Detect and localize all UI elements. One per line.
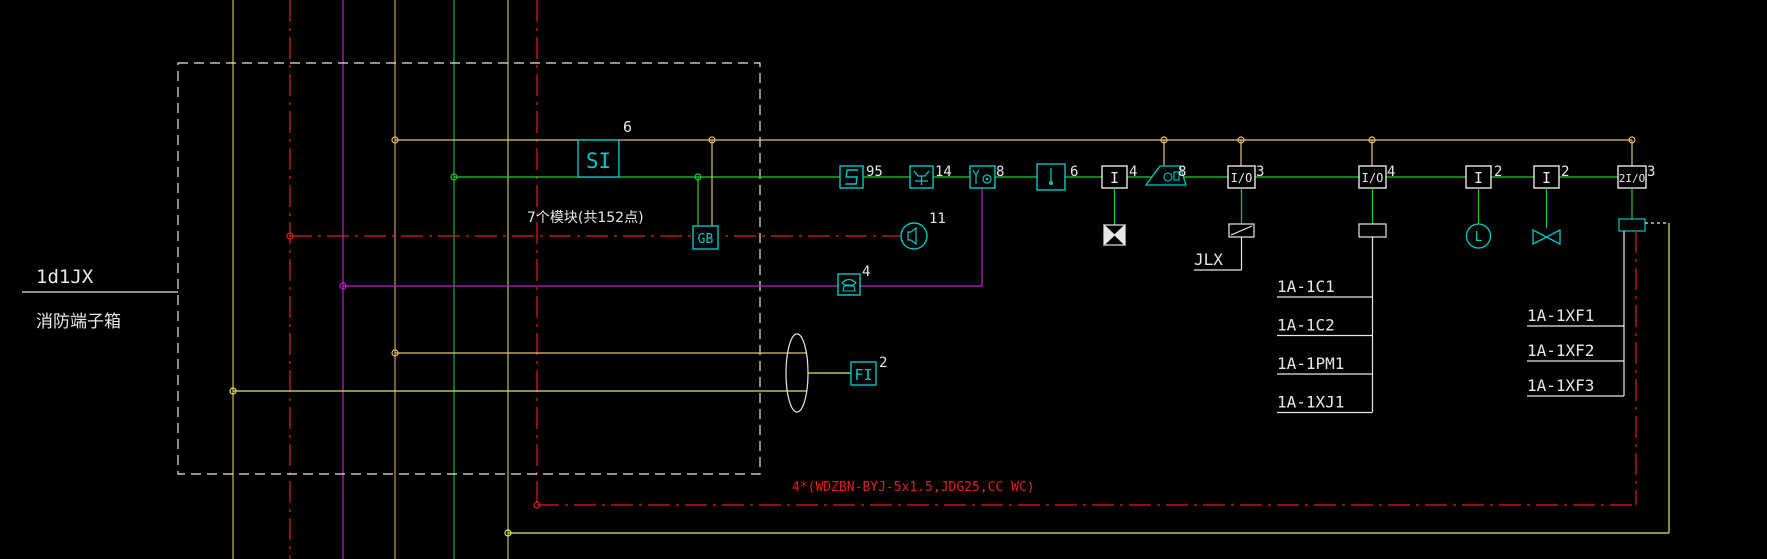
telephone-count: 4 — [862, 264, 870, 280]
smoke-detector-count: 95 — [866, 164, 883, 180]
hydrant-count: 6 — [1070, 164, 1078, 180]
io2-count: 3 — [1647, 164, 1655, 180]
input-module-label: I — [1110, 169, 1119, 187]
gb-device[interactable]: GB — [692, 225, 719, 250]
input-level-count: 2 — [1494, 164, 1502, 180]
io2-label: 2I/O — [1619, 172, 1646, 185]
telephone-device[interactable]: 4 — [837, 264, 870, 296]
io1a-tap-label-3: 1A-1PM1 — [1277, 354, 1344, 373]
combo-detector[interactable]: 8 — [969, 164, 1004, 189]
si-device[interactable]: SI 6 — [577, 118, 632, 178]
io-1a-tap-list: 1A-1C1 1A-1C2 1A-1PM1 1A-1XJ1 — [1277, 277, 1373, 414]
io-module-2[interactable]: 2I/O 3 — [1617, 164, 1669, 396]
input-valve-count: 2 — [1561, 164, 1569, 180]
panel-name-label: 消防端子箱 — [36, 312, 121, 332]
io2-relay-box — [1618, 218, 1646, 232]
input-module-valve[interactable]: I 4 — [1101, 164, 1137, 247]
io2-tap-label-3: 1A-1XF3 — [1527, 376, 1594, 395]
si-count: 6 — [623, 118, 632, 136]
combo-detector-box — [969, 165, 996, 189]
io-1a-count: 4 — [1387, 164, 1395, 180]
io-module-jlx[interactable]: I/O 3 JLX — [1194, 164, 1264, 271]
si-label: SI — [586, 149, 611, 173]
io1a-tap-label-1: 1A-1C1 — [1277, 277, 1335, 296]
io-1a-label: I/O — [1362, 171, 1384, 185]
jlx-tag: JLX — [1194, 250, 1223, 269]
panel-label: 1d1JX 消防端子箱 — [22, 266, 178, 332]
io1a-tap-label-4: 1A-1XJ1 — [1277, 393, 1344, 412]
speaker-circle — [900, 222, 928, 250]
io-module-1a[interactable]: I/O 4 — [1358, 164, 1395, 412]
hydrant-dot — [1049, 181, 1053, 185]
level-switch-marker: L — [1475, 230, 1483, 245]
io2-tap-label-1: 1A-1XF1 — [1527, 306, 1594, 325]
input-valve-label: I — [1542, 169, 1551, 187]
terminal-box-outline — [177, 62, 761, 475]
io1a-tap-label-2: 1A-1C2 — [1277, 316, 1335, 335]
io2-tap-label-2: 1A-1XF2 — [1527, 341, 1594, 360]
smoke-detector[interactable]: 95 — [839, 164, 883, 189]
input-module-count: 4 — [1129, 164, 1137, 180]
butterfly-valve-icon — [1532, 228, 1561, 246]
cad-drawing-canvas: 1d1JX 消防端子箱 SI 6 GB 7个模块(共152点) 95 14 8 … — [0, 0, 1767, 559]
fi-device[interactable]: FI 2 — [850, 355, 887, 386]
input-level-label: I — [1474, 169, 1483, 187]
module-note: 7个模块(共152点) — [527, 210, 644, 226]
speaker-device[interactable]: 11 — [900, 211, 946, 250]
combo-detector-count: 8 — [996, 164, 1004, 180]
io-jlx-count: 3 — [1256, 164, 1264, 180]
fi-count: 2 — [879, 355, 887, 371]
io-1a-relay-box — [1358, 223, 1387, 238]
cable-bundle-ellipse — [785, 333, 809, 413]
speaker-count: 11 — [929, 211, 946, 227]
hydrant-button[interactable]: 6 — [1036, 163, 1078, 191]
input-module-level[interactable]: I 2 L — [1465, 164, 1502, 249]
gb-label: GB — [698, 232, 714, 247]
combo-detector-dot — [985, 177, 989, 181]
io2-tap-list: 1A-1XF1 1A-1XF2 1A-1XF3 — [1527, 306, 1624, 397]
heat-detector[interactable]: 14 — [909, 164, 952, 189]
alarm-bell-count: 8 — [1178, 164, 1186, 180]
cable-spec-note: 4*(WDZBN-BYJ-5x1.5,JDG25,CC WC) — [792, 480, 1035, 495]
vertical-bus-lines — [232, 0, 538, 559]
alarm-bell[interactable]: 8 — [1144, 164, 1187, 186]
fi-label: FI — [854, 366, 872, 384]
return-lines — [504, 223, 1670, 537]
input-module-butterfly[interactable]: I 2 — [1532, 164, 1569, 246]
panel-id-label: 1d1JX — [36, 266, 94, 288]
io-jlx-label: I/O — [1231, 171, 1253, 185]
heat-detector-count: 14 — [935, 164, 952, 180]
